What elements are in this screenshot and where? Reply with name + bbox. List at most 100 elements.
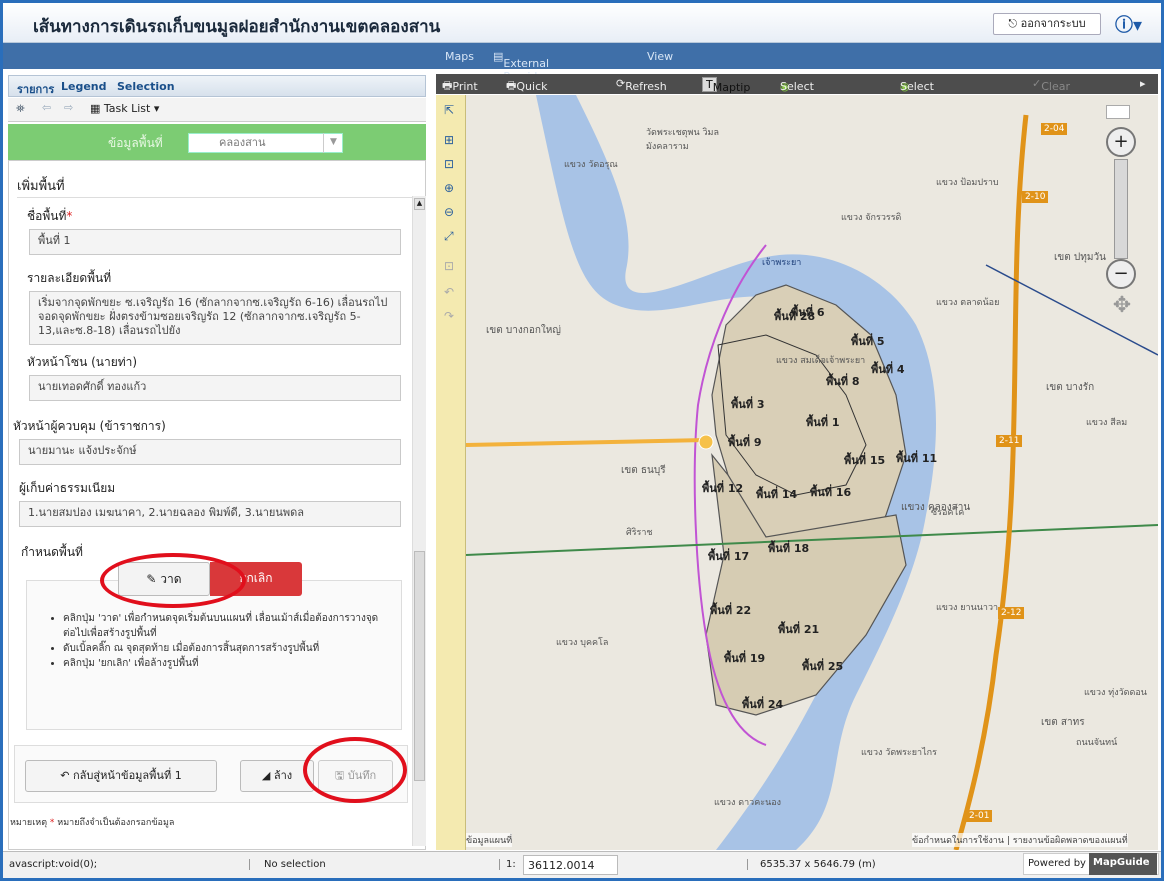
zone-head-field[interactable]: นายเทอดศักดิ์ ทองแก้ว [29,375,401,401]
app-title: เส้นทางการเดินรถเก็บขนมูลฝอยสำนักงานเขตค… [33,17,441,36]
road-badge: 2-04 [1041,123,1068,135]
prev-view-icon[interactable]: ↶ [444,285,454,299]
area-label: พื้นที่ 25 [802,660,844,673]
place-label: เจ้าพระยา [762,258,802,268]
area-label: พื้นที่ 18 [768,542,810,555]
map-svg [466,95,1158,850]
area-label: พื้นที่ 21 [778,623,820,636]
scale-input[interactable]: 36112.0014 [523,855,618,875]
detail-label: รายละเอียดพื้นที่ [27,271,112,285]
area-label: พื้นที่ 1 [806,416,840,429]
task-list-button[interactable]: ▦ Task List ▾ [90,102,159,115]
toolbar-overflow-icon[interactable]: ▸ [1140,77,1146,90]
clear-label: ล้าง [273,769,293,782]
area-label: พื้นที่ 22 [710,604,752,617]
help-item: ดับเบิ้ลคลิ๊ก ณ จุดสุดท้าย เมื่อต้องการส… [63,641,381,656]
place-label: ศิริราช [626,528,653,538]
collector-label: ผู้เก็บค่าธรรมเนียม [19,481,116,495]
section-title: เพิ่มพื้นที่ [17,179,65,194]
area-label: พื้นที่ 8 [826,375,860,388]
area-label: พื้นที่ 15 [844,454,886,467]
title-bar: เส้นทางการเดินรถเก็บขนมูลฝอยสำนักงานเขตค… [3,3,1161,43]
menu-maps[interactable]: Maps [445,50,474,63]
back-arrow-icon: ↶ [60,769,70,782]
area-label: พื้นที่ 5 [851,335,885,348]
back-button[interactable]: ↶ กลับสู่หน้าข้อมูลพื้นที่ 1 [25,760,217,792]
roundabout [698,434,714,450]
road-badge: 2-12 [998,607,1025,619]
extent-readout: 6535.37 x 5646.79 (m) [747,859,876,870]
map-terms-link[interactable]: ข้อกำหนดในการใช้งาน | รายงานข้อผิดพลาดขอ… [912,833,1128,847]
tab-legend[interactable]: Legend [61,80,107,93]
home-icon[interactable]: ⛯ [16,102,25,116]
map-canvas[interactable]: พื้นที่ 6 พื้นที่ 28 พื้นที่ 5 พื้นที่ 4… [466,95,1158,850]
info-icon[interactable]: ⓘ▾ [1115,11,1155,36]
place-label: แขวง ยานนาวา [936,603,999,613]
area-label: พื้นที่ 9 [728,436,762,449]
quick-plot-button[interactable]: 🖶 Quick Plot [506,77,548,106]
place-label: แขวง ป้อมปราบ [936,178,999,188]
supervisor-field[interactable]: นายมานะ แจ้งประจักษ์ [19,439,401,465]
scale-prefix: 1: [499,859,516,870]
detail-textarea[interactable]: เริ่มจากจุดพักขยะ ซ.เจริญรัถ 16 (ซักลากจ… [29,291,401,345]
help-item: คลิกปุ่ม 'วาด' เพื่อกำหนดจุดเริ่มต้นบนแผ… [63,611,381,641]
refresh-button[interactable]: ⟳ Refresh [616,77,667,93]
map-toolbar: 🖶 Print 🖶 Quick Plot ⟳ Refresh T Maptip … [436,74,1158,106]
scroll-thumb[interactable] [414,551,425,781]
logout-label: ออกจากระบบ [1020,17,1086,30]
zoom-in-icon[interactable]: ⊕ [444,181,454,195]
area-label: พื้นที่ 14 [756,488,798,501]
zoom-in-icon[interactable]: + [1106,127,1136,157]
menu-external-providers[interactable]: ▤ External Providers [493,50,554,83]
zoom-out-icon[interactable]: ⊖ [444,205,454,219]
clear-selection-button[interactable]: ✓ Clear Se [1032,77,1070,106]
print-button[interactable]: 🖶 Print [442,77,478,96]
scroll-up-icon[interactable]: ▲ [414,198,425,210]
area-name-field[interactable]: พื้นที่ 1 [29,229,401,255]
area-label: พื้นที่ 17 [708,550,750,563]
pan-icon[interactable]: ✥ [1104,293,1140,329]
place-label: เขต ปทุมวัน [1054,252,1106,263]
place-label: เขต ธนบุรี [621,465,666,476]
tab-selection[interactable]: Selection [117,80,175,93]
map-data-credit: ข้อมูลแผนที่ [466,833,513,847]
zoom-indicator [1106,105,1130,119]
tab-list[interactable]: รายการ [17,80,54,98]
collector-field[interactable]: 1.นายสมปอง เมฆนาคา, 2.นายฉลอง พิมพ์ดี, 3… [19,501,401,527]
menu-view[interactable]: View [647,50,673,63]
required-note: หมายเหตุ * หมายถึงจำเป็นต้องกรอกข้อมูล [10,818,175,828]
back-arrow-icon[interactable]: ⇦ [42,101,51,114]
supervisor-label: หัวหน้าผู้ควบคุม (ข้าราชการ) [13,419,166,433]
logout-button[interactable]: ⎋ ออกจากระบบ [993,13,1101,35]
zoom-out-icon[interactable]: − [1106,259,1136,289]
area-label: พื้นที่ 12 [702,482,744,495]
zoom-selection-icon[interactable]: ⊡ [444,259,454,273]
place-label: แขวง วัดอรุณ [564,160,618,170]
zoom-rect-icon[interactable]: ⊡ [444,157,454,171]
select-icon[interactable]: ⊞ [444,133,454,147]
status-bar: avascript:void(0); No selection 1: 36112… [3,851,1161,878]
place-label: เขต บางรัก [1046,382,1095,393]
define-area-label: กำหนดพื้นที่ [21,545,83,559]
panel-tabs: รายการ Legend Selection [8,75,426,97]
forward-arrow-icon[interactable]: ⇨ [64,101,73,114]
status-link: avascript:void(0); [9,859,98,870]
pointer-icon[interactable]: ⇱ [444,103,454,117]
place-label: แขวง ทุ่งวัดดอน [1084,688,1147,698]
zoom-slider[interactable] [1114,159,1128,259]
chevron-down-icon[interactable]: ▼ [323,133,343,153]
place-label: แขวง ตลาดน้อย [936,298,1000,308]
scrollbar[interactable]: ▲ [412,196,426,846]
road-badge: 2-11 [996,435,1023,447]
area-label: พื้นที่ 19 [724,652,766,665]
eraser-icon: ◢ [261,769,271,782]
place-label: แขวง ดาวคะนอง [714,798,782,808]
area-label: พื้นที่ 4 [871,363,905,376]
zoom-extent-icon[interactable]: ⤢ [444,229,454,244]
next-view-icon[interactable]: ↷ [444,309,454,323]
maptip-button[interactable]: T Maptip [702,77,750,94]
place-label: แขวง วัดพระยาไกร [861,748,937,758]
place-label: แขวง สีลม [1086,418,1128,428]
area-label: พื้นที่ 16 [810,486,852,499]
district-select[interactable]: คลองสาน [188,133,343,153]
